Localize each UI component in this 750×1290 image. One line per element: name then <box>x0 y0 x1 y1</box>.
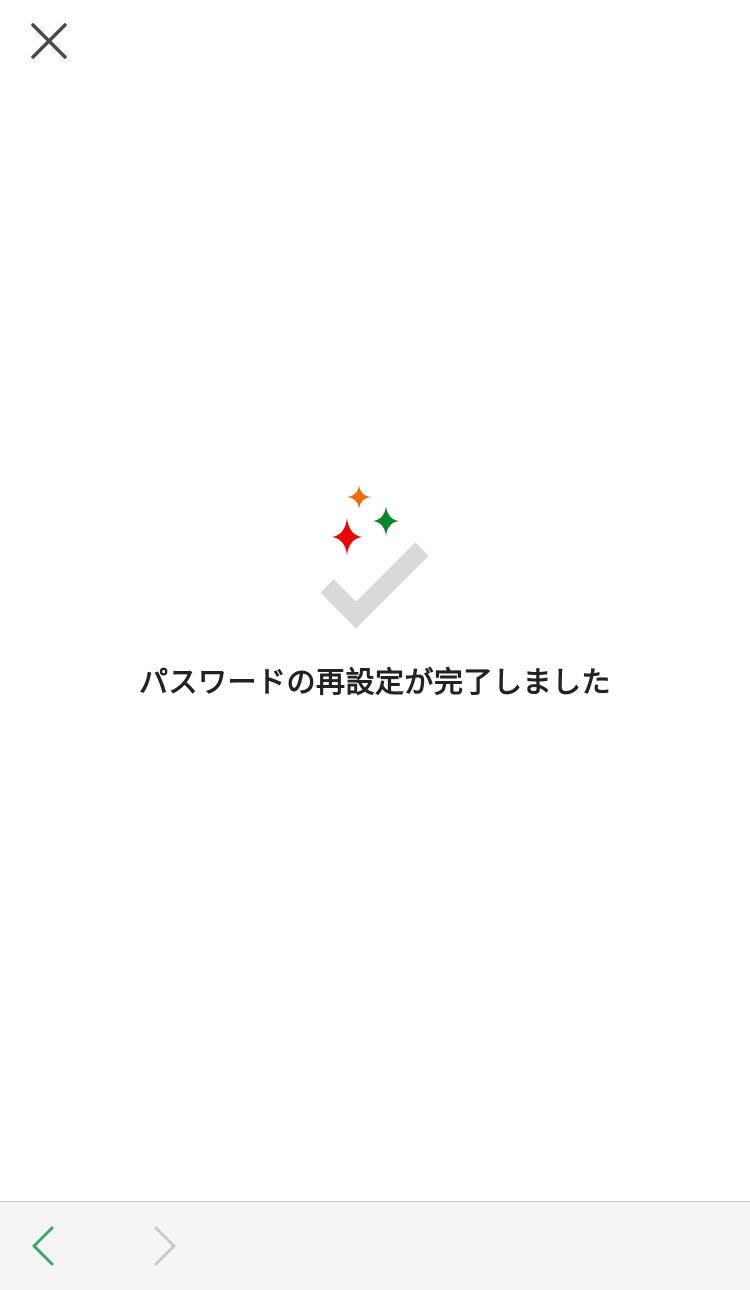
success-illustration <box>315 480 435 635</box>
sparkle-icon <box>347 485 371 509</box>
sparkle-icon <box>332 518 362 555</box>
browser-toolbar <box>0 1201 750 1290</box>
close-button[interactable] <box>22 14 76 68</box>
forward-button[interactable] <box>140 1220 190 1272</box>
check-icon <box>320 542 429 629</box>
password-reset-complete-page: パスワードの再設定が完了しました <box>0 0 750 1290</box>
chevron-right-icon <box>154 1226 176 1266</box>
back-button[interactable] <box>18 1220 68 1272</box>
sparkle-icon <box>373 506 399 536</box>
chevron-left-icon <box>32 1226 54 1266</box>
completion-message: パスワードの再設定が完了しました <box>138 665 611 699</box>
close-icon <box>31 23 67 59</box>
